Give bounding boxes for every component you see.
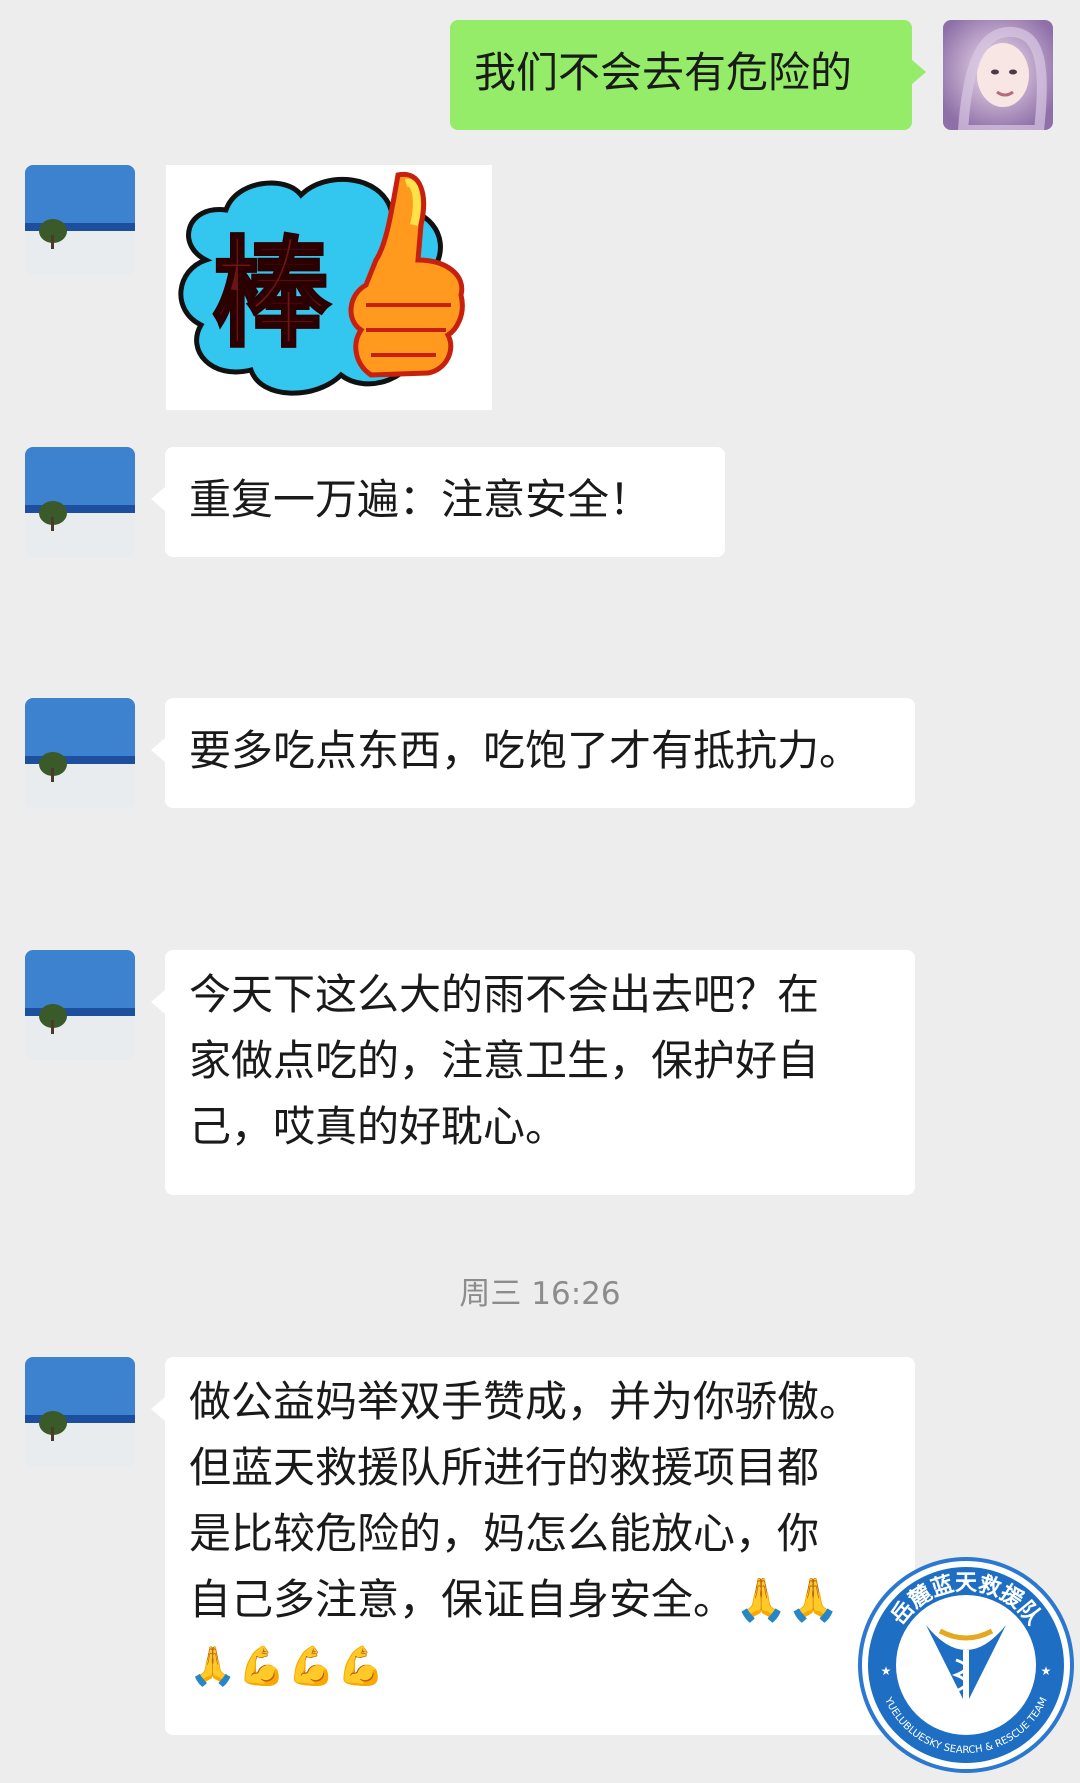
message-line: 自己多注意，保证自身安全。🙏🙏 bbox=[189, 1575, 840, 1624]
rescue-team-logo: 岳麓蓝天救援队 YUELUBLUESKY SEARCH & RESCUE TEA… bbox=[858, 1557, 1074, 1773]
rescue-team-badge: 岳麓蓝天救援队 YUELUBLUESKY SEARCH & RESCUE TEA… bbox=[856, 1555, 1076, 1775]
outgoing-message-bubble[interactable]: 我们不会去有危险的 bbox=[450, 20, 926, 130]
svg-text:★: ★ bbox=[960, 1575, 973, 1591]
beach-avatar-image bbox=[25, 165, 135, 275]
message-line: 是比较危险的，妈怎么能放心，你 bbox=[189, 1509, 820, 1558]
contact-avatar[interactable] bbox=[25, 1357, 135, 1467]
incoming-message-bubble[interactable]: 今天下这么大的雨不会出去吧？在 家做点吃的，注意卫生，保护好自 己，哎真的好耽心… bbox=[151, 950, 915, 1195]
sticker-image: 棒 bbox=[178, 171, 465, 396]
emoji-line: 🙏💪💪💪 bbox=[189, 1644, 387, 1688]
message-line: 今天下这么大的雨不会出去吧？在 bbox=[189, 970, 820, 1019]
svg-text:★: ★ bbox=[1041, 1664, 1052, 1678]
message-line: 己，哎真的好耽心。 bbox=[189, 1102, 568, 1151]
my-avatar[interactable] bbox=[943, 20, 1053, 130]
timestamp-divider: 周三 16:26 bbox=[459, 1276, 621, 1312]
message-line: 做公益妈举双手赞成，并为你骄傲。 bbox=[189, 1377, 862, 1426]
incoming-message-bubble[interactable]: 重复一万遍：注意安全！ bbox=[151, 447, 725, 557]
contact-avatar[interactable] bbox=[25, 698, 135, 808]
svg-text:★: ★ bbox=[881, 1664, 892, 1678]
incoming-message-bubble[interactable]: 做公益妈举双手赞成，并为你骄傲。 但蓝天救援队所进行的救援项目都 是比较危险的，… bbox=[151, 1357, 915, 1735]
message-text: 要多吃点东西，吃饱了才有抵抗力。 bbox=[189, 726, 862, 775]
message-text: 重复一万遍：注意安全！ bbox=[189, 475, 652, 524]
message-line: 家做点吃的，注意卫生，保护好自 bbox=[189, 1036, 820, 1085]
message-line: 但蓝天救援队所进行的救援项目都 bbox=[189, 1443, 820, 1492]
message-text: 我们不会去有危险的 bbox=[474, 48, 853, 97]
sticker-text: 棒 bbox=[212, 224, 331, 363]
thumbs-up-sticker[interactable]: 棒 bbox=[166, 165, 492, 410]
beach-avatar-image bbox=[25, 950, 135, 1060]
beach-avatar-image bbox=[25, 698, 135, 808]
contact-avatar[interactable] bbox=[25, 165, 135, 275]
beach-avatar-image bbox=[25, 1357, 135, 1467]
incoming-message-bubble[interactable]: 要多吃点东西，吃饱了才有抵抗力。 bbox=[151, 698, 915, 808]
beach-avatar-image bbox=[25, 447, 135, 557]
portrait-avatar-image bbox=[943, 20, 1053, 130]
contact-avatar[interactable] bbox=[25, 447, 135, 557]
contact-avatar[interactable] bbox=[25, 950, 135, 1060]
